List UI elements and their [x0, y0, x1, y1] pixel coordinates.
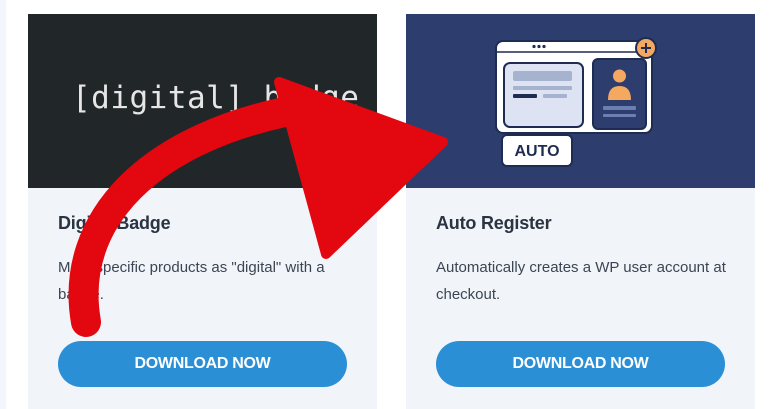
product-title[interactable]: Auto Register [436, 213, 552, 234]
plus-icon [635, 37, 657, 59]
product-thumbnail[interactable]: [digital] badge [28, 14, 377, 188]
download-now-button[interactable]: DOWNLOAD NOW [58, 341, 347, 387]
auto-register-illustration: AUTO [495, 37, 657, 167]
previous-card-edge [0, 0, 6, 409]
product-grid: [digital] badge Digital Badge Mark speci… [0, 0, 780, 409]
product-title[interactable]: Digital Badge [58, 213, 171, 234]
product-description: Mark specific products as "digital" with… [58, 259, 325, 303]
auto-badge-label: AUTO [514, 143, 559, 160]
thumbnail-code-text: [digital] badge [72, 80, 360, 116]
product-thumbnail[interactable]: AUTO [406, 14, 755, 188]
product-card-digital-badge: [digital] badge Digital Badge Mark speci… [28, 14, 377, 409]
product-description: Automatically creates a WP user account … [436, 259, 726, 303]
download-now-button[interactable]: DOWNLOAD NOW [436, 341, 725, 387]
product-card-auto-register: AUTO Auto Register Automatically creates… [406, 14, 755, 409]
